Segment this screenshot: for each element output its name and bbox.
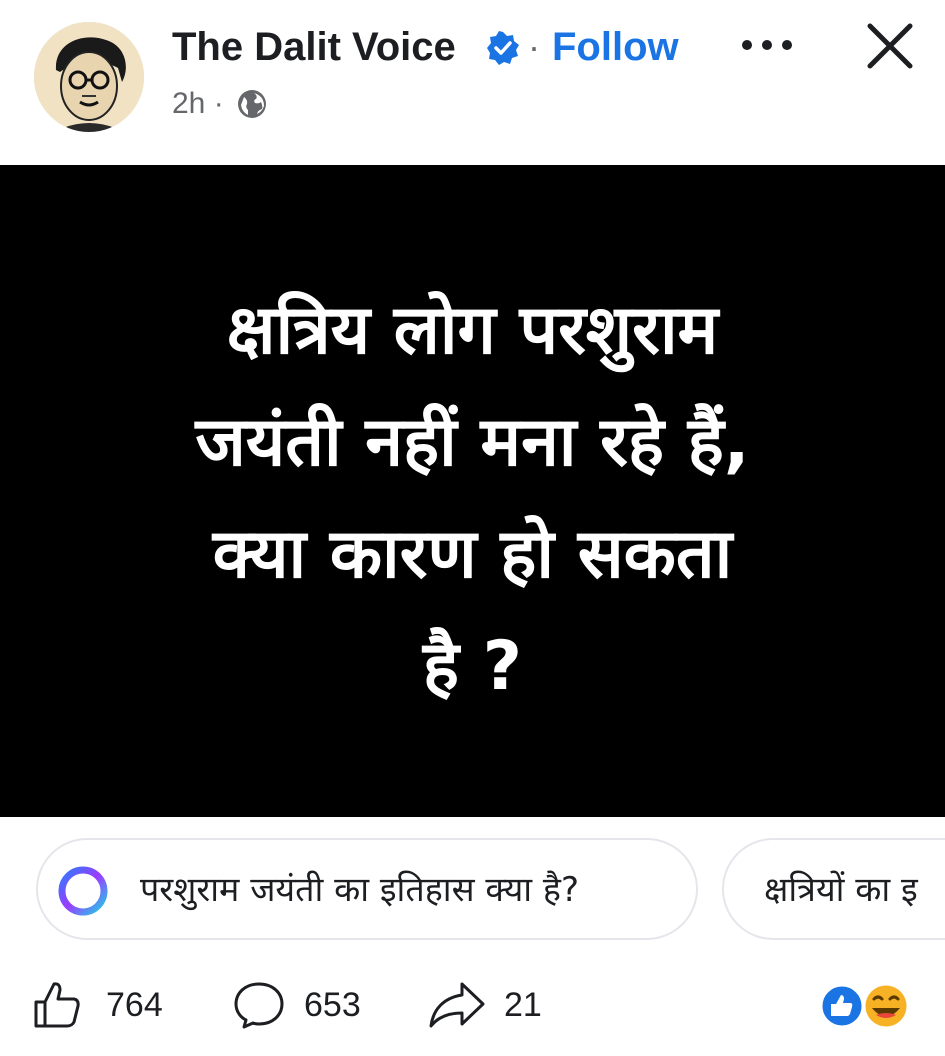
post-image-text: क्षत्रिय लोग परशुराम जयंती नहीं मना रहे … <box>0 275 945 723</box>
comment-button[interactable]: 653 <box>232 970 382 1040</box>
suggestion-chip[interactable]: परशुराम जयंती का इतिहास क्या है? <box>36 838 698 940</box>
like-count: 764 <box>106 986 163 1024</box>
author-name[interactable]: The Dalit Voice <box>172 22 456 72</box>
post-header: The Dalit Voice · Follow 2h · <box>0 0 945 165</box>
share-arrow-icon <box>429 982 485 1028</box>
ai-suggestion-chips: परशुराम जयंती का इतिहास क्या है? क्षत्रि… <box>0 838 945 944</box>
comment-count: 653 <box>304 986 361 1024</box>
header-separator: · <box>528 26 540 67</box>
post-image[interactable]: क्षत्रिय लोग परशुराम जयंती नहीं मना रहे … <box>0 165 945 817</box>
image-text-line: क्या कारण हो सकता <box>212 515 733 594</box>
share-count: 21 <box>504 986 542 1024</box>
image-text-line: है ? <box>422 627 523 706</box>
verified-badge-icon <box>487 31 519 65</box>
post-timestamp[interactable]: 2h · <box>172 84 224 124</box>
suggestion-label: परशुराम जयंती का इतिहास क्या है? <box>140 870 580 910</box>
more-options-icon[interactable] <box>738 30 796 60</box>
share-button[interactable]: 21 <box>428 970 568 1040</box>
image-text-line: जयंती नहीं मना रहे हैं, <box>195 403 750 482</box>
suggestion-chip[interactable]: क्षत्रियों का इ <box>722 838 945 940</box>
thumbs-up-icon <box>34 982 80 1028</box>
author-avatar[interactable] <box>34 22 144 132</box>
meta-ai-ring-icon <box>58 866 108 916</box>
comment-bubble-icon <box>234 982 284 1029</box>
reactions-icon[interactable] <box>816 981 916 1031</box>
globe-icon <box>238 90 266 118</box>
post-actions-bar: 764 653 21 <box>0 970 945 1040</box>
follow-button[interactable]: Follow <box>552 22 679 72</box>
like-button[interactable]: 764 <box>32 970 182 1040</box>
suggestion-label: क्षत्रियों का इ <box>764 870 918 910</box>
close-icon[interactable] <box>862 18 918 74</box>
image-text-line: क्षत्रिय लोग परशुराम <box>226 291 719 370</box>
